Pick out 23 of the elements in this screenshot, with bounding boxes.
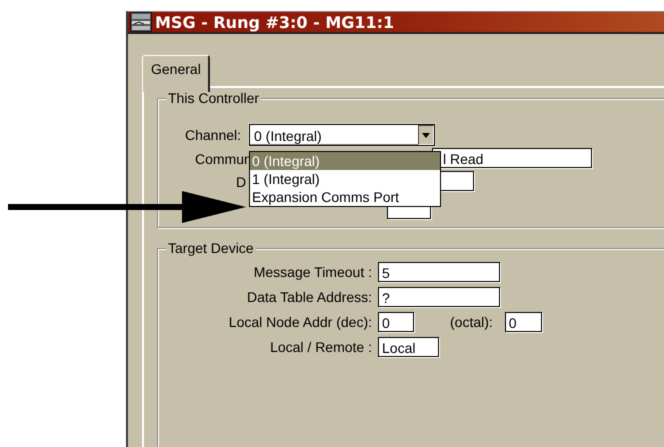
dropdown-option[interactable]: 0 (Integral) bbox=[250, 152, 440, 170]
tab[interactable]: General bbox=[142, 55, 210, 92]
field-label: (octal): bbox=[450, 314, 493, 330]
input-field[interactable]: l Read bbox=[432, 148, 592, 168]
dropdown-option[interactable]: Expansion Comms Port bbox=[250, 188, 440, 206]
field-label: Channel: bbox=[185, 127, 242, 143]
field-label: Local Node Addr (dec): bbox=[228, 314, 372, 330]
field-label: Local / Remote : bbox=[269, 339, 372, 355]
dropdown-option[interactable]: 1 (Integral) bbox=[250, 170, 440, 188]
input-field[interactable]: 0 bbox=[504, 312, 542, 332]
input-field[interactable]: Local bbox=[378, 337, 439, 357]
group-title: This Controller bbox=[166, 90, 262, 106]
input-field[interactable]: ? bbox=[378, 287, 500, 307]
field-label: Message Timeout : bbox=[252, 264, 372, 280]
group-title: Target Device bbox=[166, 240, 256, 256]
input-field[interactable]: 0 bbox=[378, 312, 414, 332]
window-title: MSG - Rung #3:0 - MG11:1 bbox=[155, 12, 394, 32]
field-label: D bbox=[236, 174, 246, 190]
caret-icon bbox=[422, 132, 430, 138]
field-label: Data Table Address: bbox=[246, 289, 372, 305]
input-field[interactable]: 5 bbox=[378, 262, 500, 282]
arrow-icon bbox=[8, 191, 248, 223]
channel-dropdown[interactable]: 0 (Integral) bbox=[249, 124, 435, 146]
